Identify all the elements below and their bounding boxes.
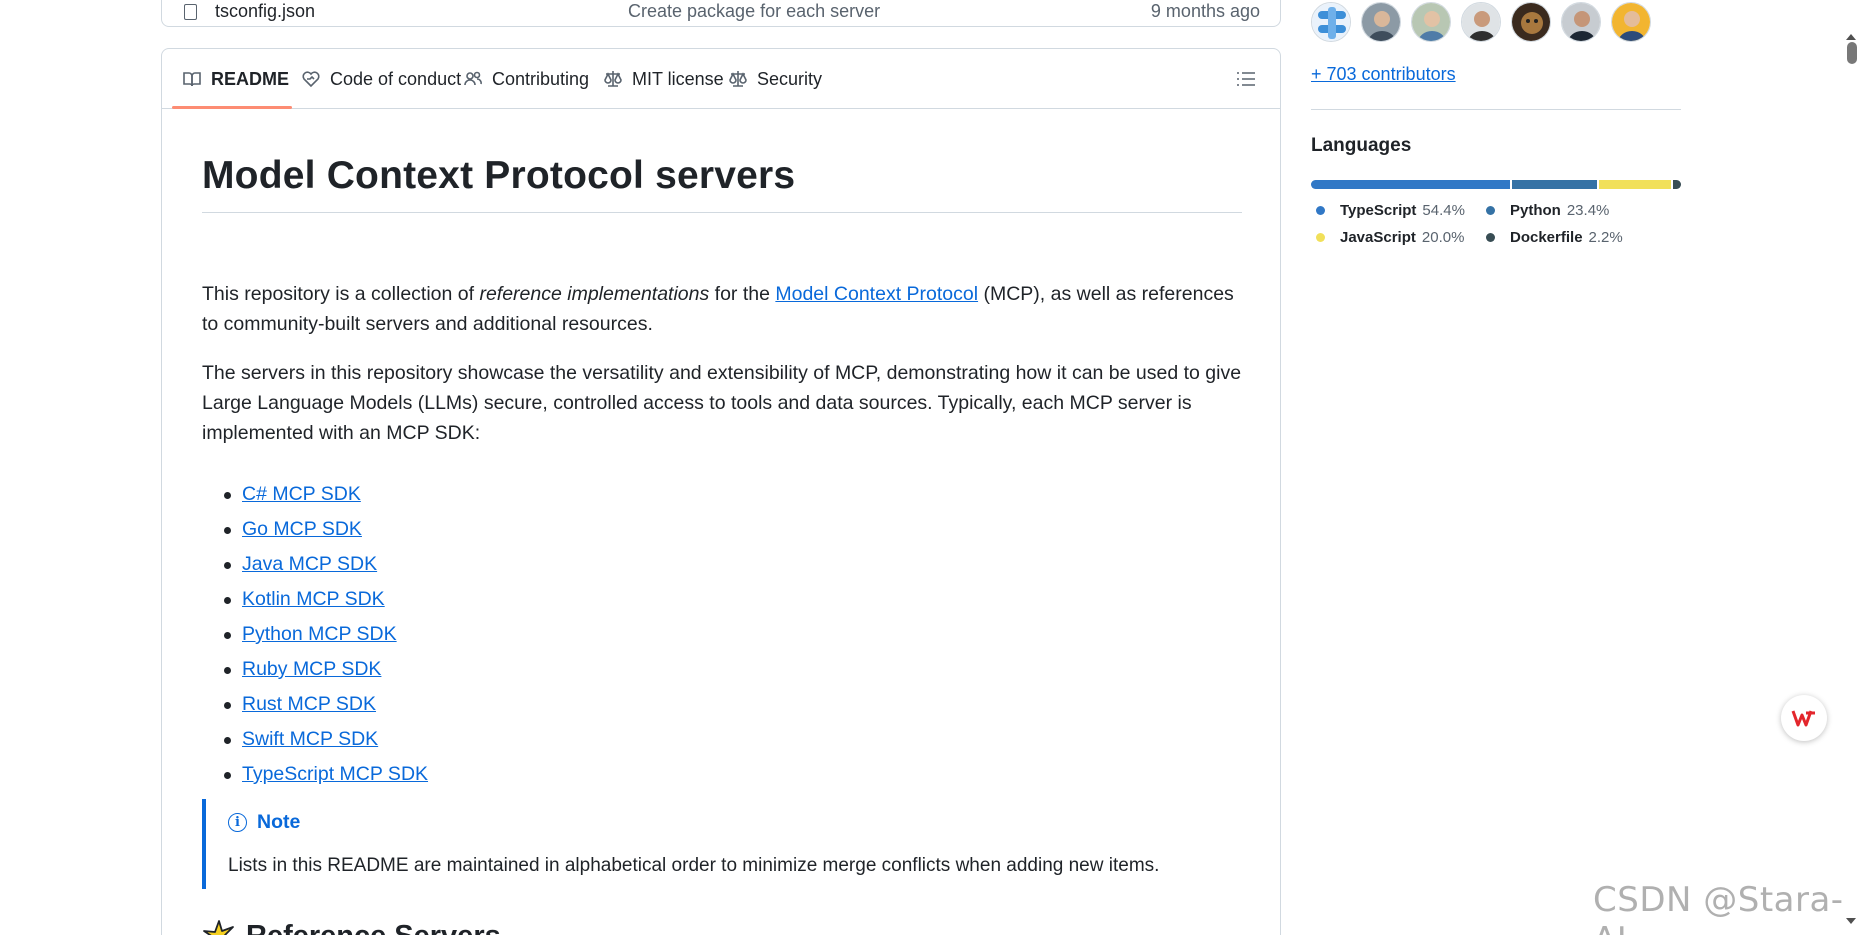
- mcp-link[interactable]: Model Context Protocol: [775, 283, 978, 305]
- list-item: TypeScript MCP SDK: [224, 757, 428, 792]
- section-heading-label: Reference Servers: [246, 920, 501, 935]
- language-color-dot: [1316, 233, 1325, 242]
- outline-button[interactable]: [1234, 67, 1258, 91]
- book-icon: [183, 72, 201, 87]
- text: for the: [709, 283, 776, 305]
- file-icon: [184, 4, 197, 20]
- avatar[interactable]: [1311, 2, 1351, 42]
- readme-tabs: README Code of conduct Contributing MIT …: [162, 49, 1280, 109]
- sdk-link[interactable]: Kotlin MCP SDK: [242, 588, 385, 610]
- language-item[interactable]: Dockerfile 2.2%: [1481, 229, 1623, 246]
- language-color-dot: [1486, 206, 1495, 215]
- language-name: TypeScript: [1340, 202, 1417, 219]
- tab-code-of-conduct[interactable]: Code of conduct: [301, 49, 461, 109]
- list-item: Swift MCP SDK: [224, 722, 428, 757]
- language-percent: 2.2%: [1588, 229, 1623, 246]
- law-icon: [729, 71, 747, 87]
- language-percent: 20.0%: [1421, 229, 1465, 246]
- scrollbar[interactable]: [1843, 0, 1860, 935]
- watermark: CSDN @Stara-AI: [1593, 880, 1844, 935]
- wps-floating-button[interactable]: [1781, 695, 1827, 741]
- language-bar-segment[interactable]: [1512, 180, 1599, 189]
- language-bar-segment[interactable]: [1672, 180, 1681, 189]
- note-title-label: Note: [257, 811, 301, 833]
- sdk-link[interactable]: C# MCP SDK: [242, 483, 361, 505]
- commit-message[interactable]: Create package for each server: [628, 1, 880, 22]
- language-item[interactable]: JavaScript 20.0%: [1311, 229, 1464, 246]
- language-color-dot: [1486, 233, 1495, 242]
- tab-label: Security: [757, 68, 823, 89]
- active-tab-indicator: [172, 106, 292, 109]
- commit-age: 9 months ago: [1150, 1, 1260, 21]
- list-outline-icon: [1237, 72, 1255, 86]
- emphasis-text: reference implementations: [479, 283, 710, 305]
- page-title: Model Context Protocol servers: [202, 154, 796, 197]
- language-name: Dockerfile: [1510, 229, 1583, 246]
- wps-logo-icon: [1791, 710, 1815, 727]
- language-percent: 54.4%: [1422, 202, 1465, 219]
- law-icon: [604, 71, 622, 87]
- avatar[interactable]: [1461, 2, 1501, 42]
- tab-contributing[interactable]: Contributing: [463, 49, 589, 109]
- avatar[interactable]: [1361, 2, 1401, 42]
- avatar[interactable]: [1611, 2, 1651, 42]
- sdk-link[interactable]: Go MCP SDK: [242, 518, 362, 540]
- language-bar-segment[interactable]: [1311, 180, 1513, 189]
- language-bar-segment[interactable]: [1598, 180, 1673, 189]
- contributors-link[interactable]: + 703 contributors: [1311, 64, 1456, 85]
- language-color-dot: [1316, 206, 1325, 215]
- note-title: i Note: [228, 811, 300, 834]
- sdk-link[interactable]: Rust MCP SDK: [242, 693, 376, 715]
- sparkle-star-icon: [203, 920, 234, 935]
- scroll-up-arrow-icon[interactable]: [1846, 34, 1856, 40]
- list-item: Python MCP SDK: [224, 617, 428, 652]
- language-name: Python: [1510, 202, 1561, 219]
- intro-paragraph: This repository is a collection of refer…: [202, 279, 1242, 339]
- note-text: Lists in this README are maintained in a…: [228, 855, 1160, 876]
- list-item: Java MCP SDK: [224, 547, 428, 582]
- list-item: Ruby MCP SDK: [224, 652, 428, 687]
- file-list-box: tsconfig.json Create package for each se…: [161, 0, 1281, 27]
- contributors-avatars: [1311, 2, 1651, 42]
- divider: [1311, 109, 1681, 110]
- language-item[interactable]: TypeScript 54.4%: [1311, 202, 1465, 219]
- text: This repository is a collection of: [202, 283, 480, 305]
- list-item: C# MCP SDK: [224, 477, 428, 512]
- language-item[interactable]: Python 23.4%: [1481, 202, 1609, 219]
- code-of-conduct-icon: [302, 71, 320, 88]
- languages-bar: [1311, 180, 1681, 189]
- tab-label: MIT license: [632, 68, 724, 89]
- language-percent: 23.4%: [1566, 202, 1610, 219]
- sdk-link[interactable]: Python MCP SDK: [242, 623, 397, 645]
- sdk-link[interactable]: TypeScript MCP SDK: [242, 763, 428, 785]
- divider: [202, 212, 1242, 213]
- info-icon: i: [228, 813, 247, 832]
- tab-label: Code of conduct: [330, 68, 462, 89]
- avatar[interactable]: [1511, 2, 1551, 42]
- sdk-link[interactable]: Java MCP SDK: [242, 553, 377, 575]
- list-item: Rust MCP SDK: [224, 687, 428, 722]
- sdk-link[interactable]: Ruby MCP SDK: [242, 658, 381, 680]
- tab-label: Contributing: [492, 68, 590, 89]
- tab-readme[interactable]: README: [182, 49, 289, 109]
- people-icon: [464, 71, 482, 86]
- language-name: JavaScript: [1340, 229, 1416, 246]
- tab-label: README: [211, 68, 290, 89]
- languages-heading: Languages: [1311, 135, 1412, 156]
- sdk-link[interactable]: Swift MCP SDK: [242, 728, 378, 750]
- note-callout: i Note Lists in this README are maintain…: [202, 799, 1242, 889]
- avatar[interactable]: [1411, 2, 1451, 42]
- file-row[interactable]: tsconfig.json Create package for each se…: [162, 0, 1280, 26]
- list-item: Go MCP SDK: [224, 512, 428, 547]
- avatar[interactable]: [1561, 2, 1601, 42]
- tab-security[interactable]: Security: [728, 49, 822, 109]
- section-heading: Reference Servers: [202, 919, 501, 935]
- sdk-list: C# MCP SDK Go MCP SDK Java MCP SDK Kotli…: [224, 477, 428, 792]
- tab-mit-license[interactable]: MIT license: [603, 49, 724, 109]
- description-paragraph: The servers in this repository showcase …: [202, 362, 1242, 444]
- list-item: Kotlin MCP SDK: [224, 582, 428, 617]
- scroll-thumb[interactable]: [1847, 42, 1857, 64]
- readme-panel: README Code of conduct Contributing MIT …: [161, 48, 1281, 935]
- file-name[interactable]: tsconfig.json: [215, 1, 315, 22]
